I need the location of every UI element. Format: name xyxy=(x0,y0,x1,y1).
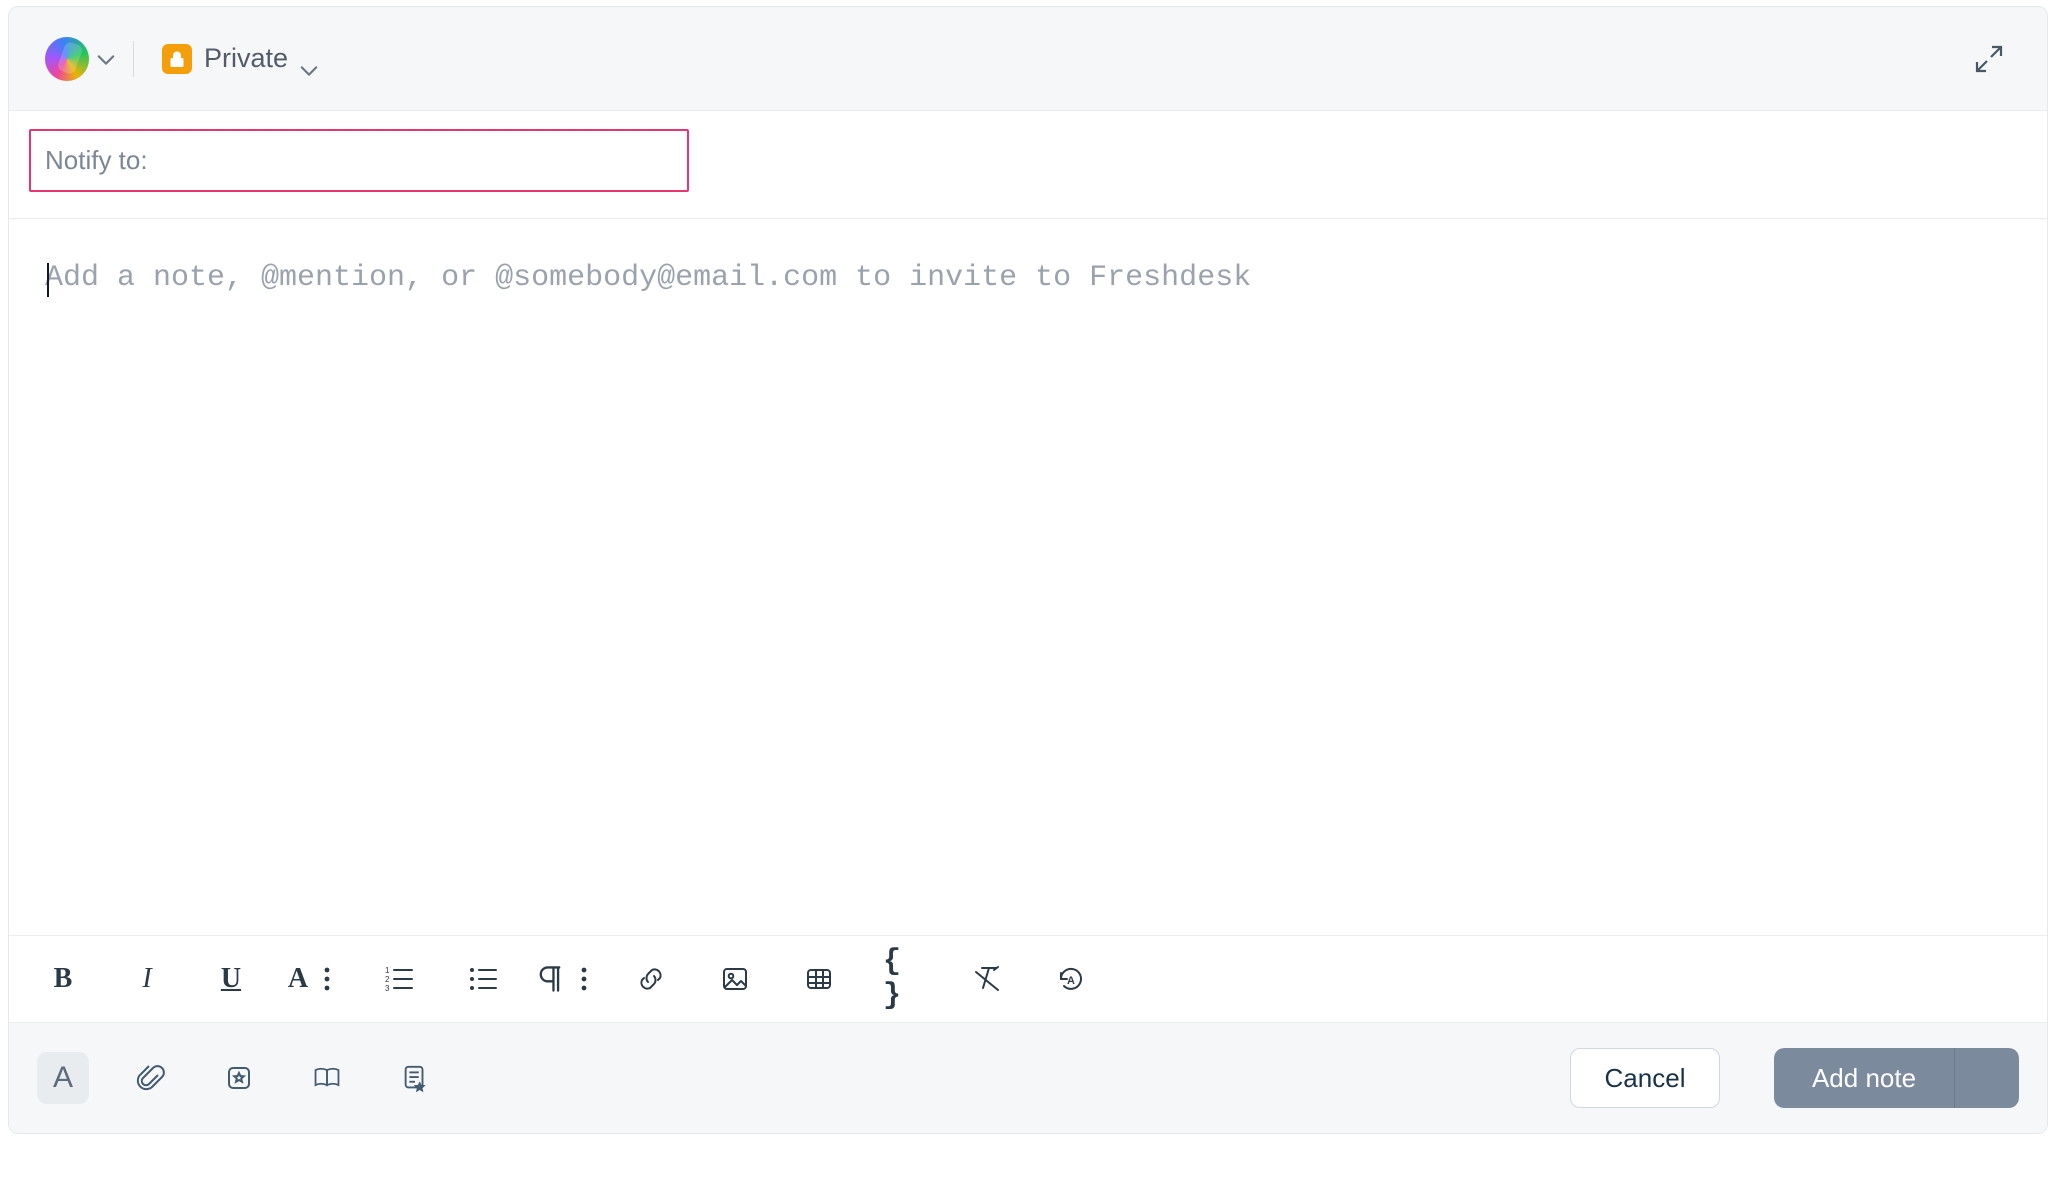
add-note-button-label: Add note xyxy=(1812,1063,1916,1094)
notify-to-label: Notify to: xyxy=(45,145,148,175)
font-options-icon: A xyxy=(288,963,342,995)
knowledge-base-button[interactable] xyxy=(301,1052,353,1104)
expand-button[interactable] xyxy=(1967,37,2011,81)
svg-text:1: 1 xyxy=(385,966,390,975)
svg-text:2: 2 xyxy=(385,975,390,984)
link-button[interactable] xyxy=(631,959,671,999)
underline-button[interactable]: U xyxy=(211,959,251,999)
brand-logo-icon xyxy=(45,37,89,81)
note-textarea[interactable] xyxy=(45,261,2011,893)
paragraph-options-icon xyxy=(535,964,599,994)
format-toolbar: B I U A 1 2 3 xyxy=(9,935,2047,1023)
footer-left-group: A xyxy=(37,1052,441,1104)
template-button[interactable] xyxy=(389,1052,441,1104)
vertical-separator xyxy=(133,41,134,77)
chevron-down-icon xyxy=(300,53,318,65)
svg-text:3: 3 xyxy=(385,984,390,993)
brand-dropdown-button[interactable] xyxy=(97,53,115,65)
undo-history-icon: A xyxy=(1056,964,1086,994)
undo-history-button[interactable]: A xyxy=(1051,959,1091,999)
italic-button[interactable]: I xyxy=(127,959,167,999)
submit-button-group: Add note xyxy=(1774,1048,2019,1108)
attachment-button[interactable] xyxy=(125,1052,177,1104)
add-note-dropdown-button[interactable] xyxy=(1954,1048,2019,1108)
clear-format-button[interactable] xyxy=(967,959,1007,999)
image-icon xyxy=(720,964,750,994)
attachment-icon xyxy=(136,1063,166,1093)
image-button[interactable] xyxy=(715,959,755,999)
header-left-group: Private xyxy=(45,37,324,81)
editor-footer: A xyxy=(9,1023,2047,1133)
add-note-button[interactable]: Add note xyxy=(1774,1048,1954,1108)
code-button[interactable]: { } xyxy=(883,959,923,999)
notify-row: Notify to: xyxy=(9,111,2047,219)
note-editor-panel: Private Notify to: B I U xyxy=(8,6,2048,1134)
unordered-list-icon xyxy=(468,964,498,994)
unordered-list-button[interactable] xyxy=(463,959,503,999)
text-format-toggle-button[interactable]: A xyxy=(37,1052,89,1104)
canned-response-icon xyxy=(224,1063,254,1093)
italic-icon: I xyxy=(142,963,151,995)
text-caret xyxy=(47,263,49,297)
editor-body xyxy=(9,219,2047,935)
paragraph-options-button[interactable] xyxy=(547,959,587,999)
knowledge-base-icon xyxy=(312,1063,342,1093)
text-format-toggle-icon: A xyxy=(53,1061,73,1095)
template-icon xyxy=(400,1063,430,1093)
font-options-button[interactable]: A xyxy=(295,959,335,999)
editor-header: Private xyxy=(9,7,2047,111)
table-button[interactable] xyxy=(799,959,839,999)
lock-icon xyxy=(162,44,192,74)
code-icon: { } xyxy=(883,945,923,1013)
privacy-selector[interactable]: Private xyxy=(156,39,324,78)
table-icon xyxy=(804,964,834,994)
underline-icon: U xyxy=(221,963,241,995)
bold-icon: B xyxy=(54,963,73,995)
svg-text:A: A xyxy=(1067,975,1075,987)
ordered-list-icon: 1 2 3 xyxy=(384,964,414,994)
cancel-button[interactable]: Cancel xyxy=(1570,1048,1720,1108)
privacy-label: Private xyxy=(204,43,288,74)
bold-button[interactable]: B xyxy=(43,959,83,999)
cancel-button-label: Cancel xyxy=(1605,1063,1686,1094)
notify-to-field[interactable]: Notify to: xyxy=(29,129,689,192)
ordered-list-button[interactable]: 1 2 3 xyxy=(379,959,419,999)
clear-format-icon xyxy=(972,964,1002,994)
canned-response-button[interactable] xyxy=(213,1052,265,1104)
link-icon xyxy=(636,964,666,994)
